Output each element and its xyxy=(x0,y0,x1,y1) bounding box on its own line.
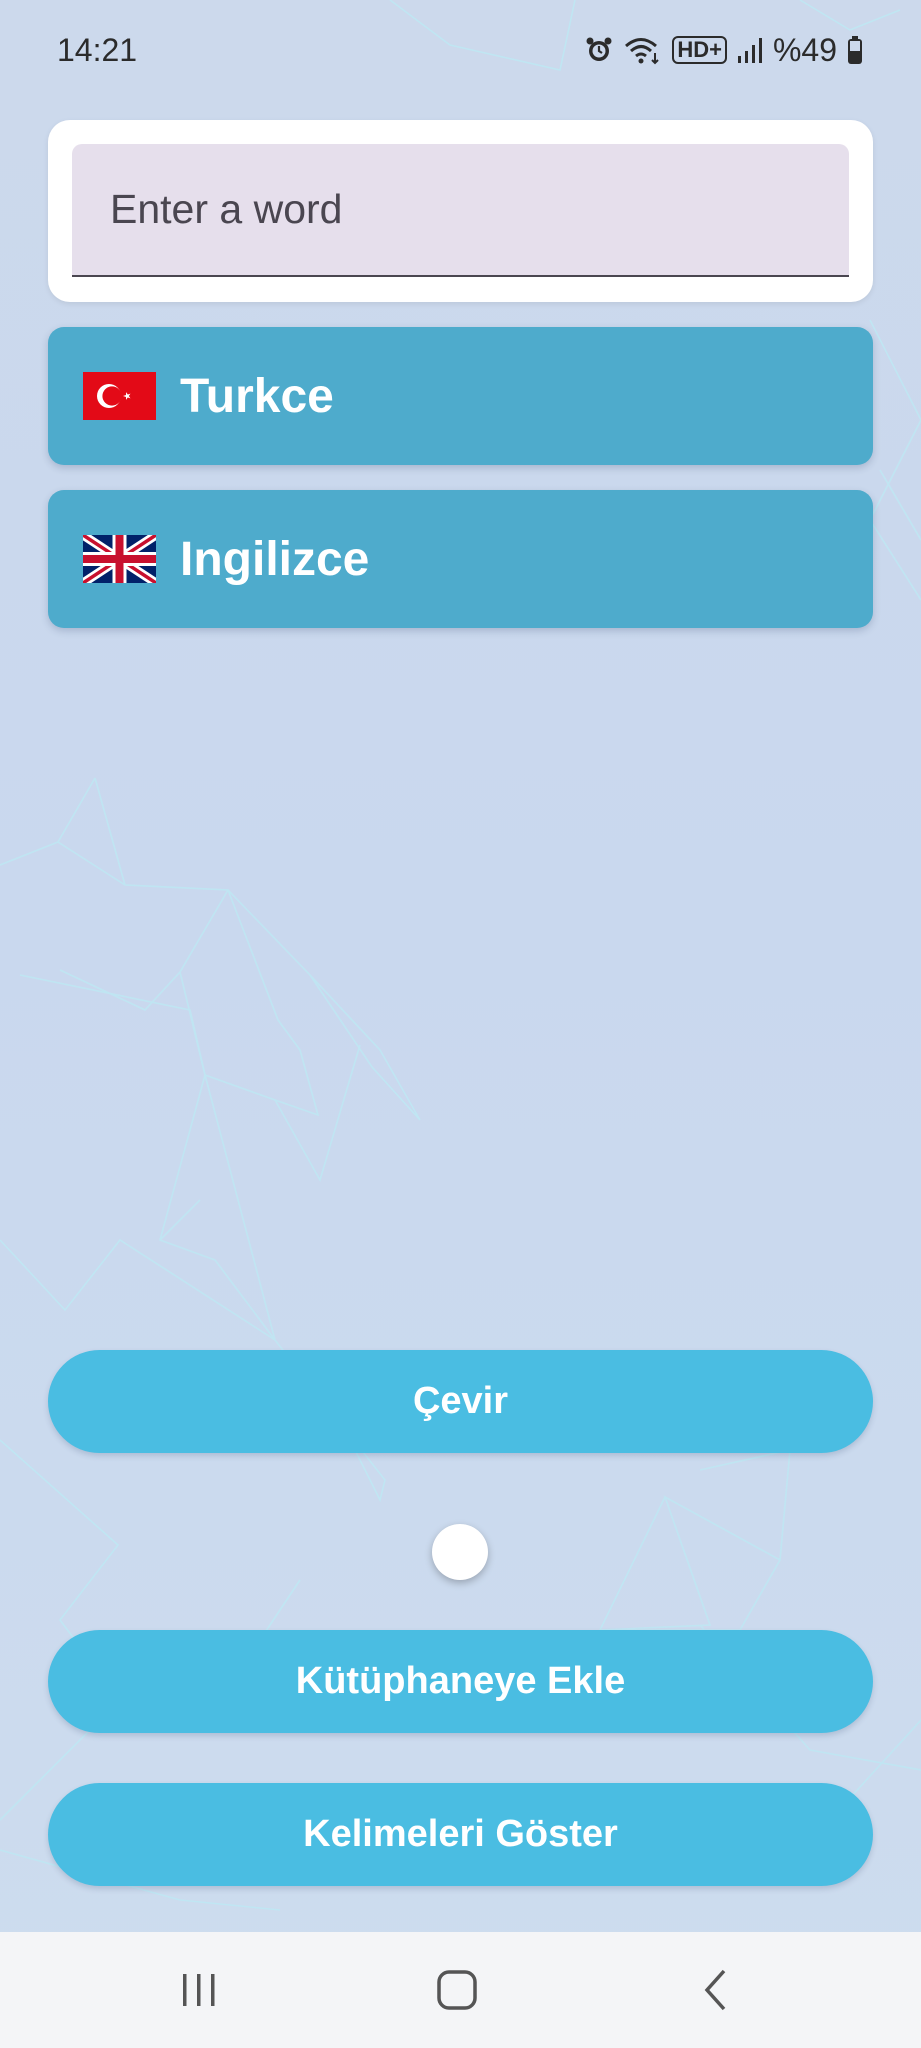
recent-apps-button[interactable] xyxy=(169,1962,229,2018)
status-icons: HD+ %49 xyxy=(584,30,863,70)
status-bar: 14:21 HD+ %49 xyxy=(0,0,921,100)
translate-button[interactable]: Çevir xyxy=(48,1350,873,1453)
back-button[interactable] xyxy=(686,1962,746,2018)
signal-icon xyxy=(737,36,763,64)
alarm-icon xyxy=(584,35,614,65)
show-words-button[interactable]: Kelimeleri Göster xyxy=(48,1783,873,1886)
back-icon xyxy=(704,1969,726,2011)
language-turkish[interactable]: Turkce xyxy=(48,327,873,465)
language-label: Ingilizce xyxy=(180,532,370,586)
toggle-switch[interactable] xyxy=(432,1524,488,1580)
uk-flag-icon xyxy=(83,535,156,583)
add-to-library-button[interactable]: Kütüphaneye Ekle xyxy=(48,1630,873,1733)
home-button[interactable] xyxy=(427,1962,487,2018)
recent-apps-icon xyxy=(183,1974,215,2006)
turkey-flag-icon xyxy=(83,372,156,420)
language-english[interactable]: Ingilizce xyxy=(48,490,873,628)
hd-plus-icon: HD+ xyxy=(672,36,727,64)
word-input-container[interactable] xyxy=(72,144,849,277)
navigation-bar xyxy=(0,1932,921,2048)
battery-percent: %49 xyxy=(772,31,837,68)
word-input[interactable] xyxy=(72,144,849,275)
language-label: Turkce xyxy=(180,369,334,423)
wifi-icon xyxy=(624,35,662,65)
status-time: 14:21 xyxy=(57,32,138,68)
battery-icon xyxy=(847,35,863,65)
home-icon xyxy=(437,1970,477,2010)
word-input-card xyxy=(48,120,873,302)
